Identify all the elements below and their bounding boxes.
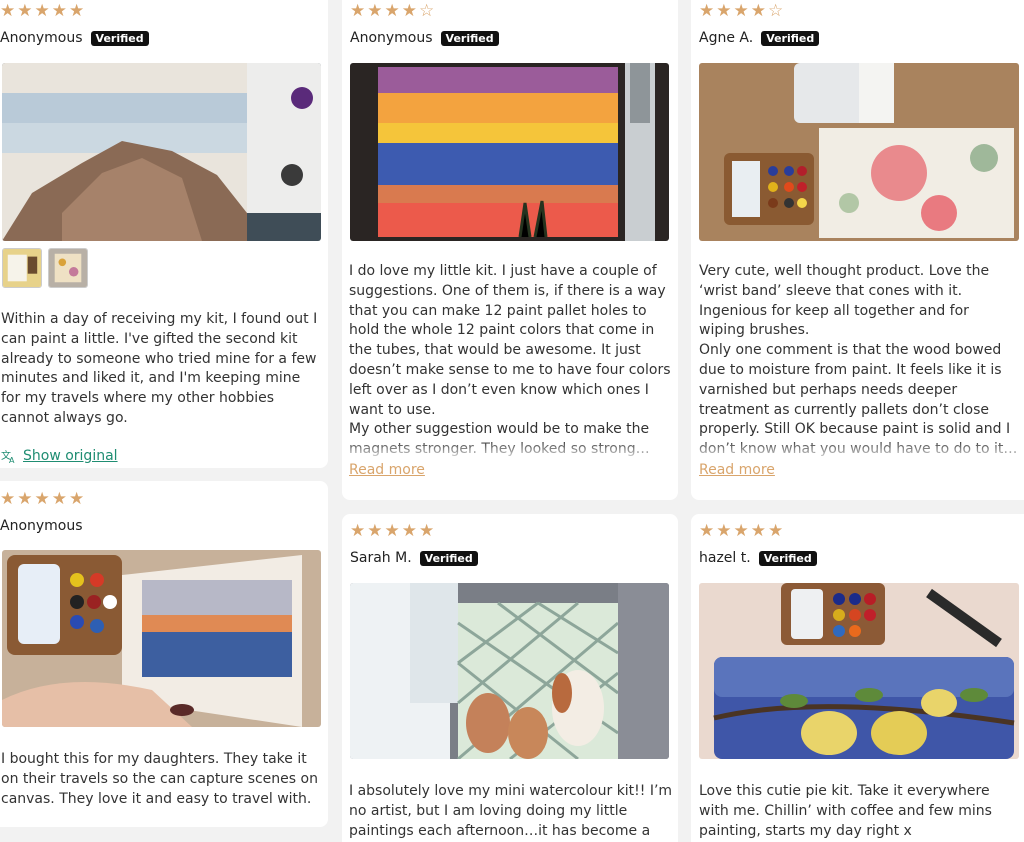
star-icon: ★ bbox=[733, 1, 749, 21]
star-icon: ★ bbox=[0, 489, 16, 509]
review-card: ★ ★ ★ ★ ☆ Agne A. Verified Very cute, well t… bbox=[691, 0, 1024, 500]
review-card: ★ ★ ★ ★ ☆ Anonymous Verified I do love my li… bbox=[342, 0, 678, 500]
review-card: ★ ★ ★ ★ ★ Anonymous Verified Within a day of… bbox=[0, 0, 328, 468]
star-rating: ★ ★ ★ ★ ★ bbox=[0, 488, 320, 510]
star-icon: ★ bbox=[69, 489, 85, 509]
star-icon: ★ bbox=[51, 489, 67, 509]
star-empty-icon: ☆ bbox=[768, 1, 784, 21]
review-text: I do love my little kit. I just have a c… bbox=[349, 263, 671, 457]
photo-thumbnail[interactable] bbox=[2, 248, 42, 288]
reviewer-name: Agne A. bbox=[699, 30, 754, 46]
star-icon: ★ bbox=[419, 521, 435, 541]
star-icon: ★ bbox=[17, 1, 33, 21]
star-rating: ★ ★ ★ ★ ☆ bbox=[699, 0, 1024, 22]
star-icon: ★ bbox=[716, 521, 732, 541]
star-icon: ★ bbox=[401, 1, 417, 21]
star-icon: ★ bbox=[401, 521, 417, 541]
reviewer-name: hazel t. bbox=[699, 550, 751, 566]
review-card: ★ ★ ★ ★ ★ Anonymous I bought this for my dau… bbox=[0, 481, 328, 827]
star-icon: ★ bbox=[750, 1, 766, 21]
review-text: Within a day of receiving my kit, I foun… bbox=[1, 311, 318, 426]
reviewer-name: Sarah M. bbox=[350, 550, 412, 566]
star-icon: ★ bbox=[350, 521, 366, 541]
read-more-link[interactable]: Read more bbox=[699, 462, 775, 478]
star-rating: ★ ★ ★ ★ ★ bbox=[0, 0, 320, 22]
star-icon: ★ bbox=[768, 521, 784, 541]
review-text: I bought this for my daughters. They tak… bbox=[1, 751, 318, 807]
verified-badge: Verified bbox=[758, 550, 817, 566]
verified-badge: Verified bbox=[761, 30, 820, 46]
verified-badge: Verified bbox=[419, 550, 478, 566]
verified-badge: Verified bbox=[90, 30, 149, 46]
star-empty-icon: ☆ bbox=[419, 1, 435, 21]
review-text: I absolutely love my mini watercolour ki… bbox=[349, 783, 673, 839]
read-more-link[interactable]: Read more bbox=[349, 462, 425, 478]
reviewer-name: Anonymous bbox=[350, 30, 433, 46]
star-icon: ★ bbox=[750, 521, 766, 541]
star-icon: ★ bbox=[733, 521, 749, 541]
verified-badge: Verified bbox=[440, 30, 499, 46]
star-icon: ★ bbox=[34, 1, 50, 21]
svg-text:A: A bbox=[9, 456, 15, 464]
star-rating: ★ ★ ★ ★ ★ bbox=[699, 520, 1024, 542]
star-icon: ★ bbox=[69, 1, 85, 21]
review-photo[interactable] bbox=[2, 63, 321, 241]
review-card: ★ ★ ★ ★ ★ Sarah M. Verified I absolutely lov… bbox=[342, 514, 678, 842]
star-icon: ★ bbox=[367, 521, 383, 541]
review-text: Very cute, well thought product. Love th… bbox=[699, 263, 1017, 457]
photo-thumbnail[interactable] bbox=[48, 248, 88, 288]
review-photo[interactable] bbox=[699, 583, 1019, 759]
star-icon: ★ bbox=[0, 1, 16, 21]
review-text: Love this cutie pie kit. Take it everywh… bbox=[699, 783, 992, 839]
show-original-link[interactable]: 文A Show original bbox=[1, 448, 118, 464]
review-photo[interactable] bbox=[699, 63, 1019, 241]
translate-icon: 文A bbox=[1, 449, 15, 464]
star-rating: ★ ★ ★ ★ ★ bbox=[350, 520, 670, 542]
star-icon: ★ bbox=[51, 1, 67, 21]
star-icon: ★ bbox=[350, 1, 366, 21]
review-card: ★ ★ ★ ★ ★ hazel t. Verified Love this cutie bbox=[691, 514, 1024, 842]
review-photo[interactable] bbox=[350, 63, 669, 241]
star-icon: ★ bbox=[384, 1, 400, 21]
review-photo[interactable] bbox=[2, 550, 321, 727]
show-original-label[interactable]: Show original bbox=[23, 448, 118, 464]
star-icon: ★ bbox=[699, 1, 715, 21]
reviewer-name: Anonymous bbox=[0, 518, 83, 534]
review-photo[interactable] bbox=[350, 583, 669, 759]
star-icon: ★ bbox=[384, 521, 400, 541]
star-icon: ★ bbox=[699, 521, 715, 541]
star-icon: ★ bbox=[17, 489, 33, 509]
reviewer-name: Anonymous bbox=[0, 30, 83, 46]
star-icon: ★ bbox=[716, 1, 732, 21]
star-icon: ★ bbox=[367, 1, 383, 21]
star-icon: ★ bbox=[34, 489, 50, 509]
star-rating: ★ ★ ★ ★ ☆ bbox=[350, 0, 670, 22]
